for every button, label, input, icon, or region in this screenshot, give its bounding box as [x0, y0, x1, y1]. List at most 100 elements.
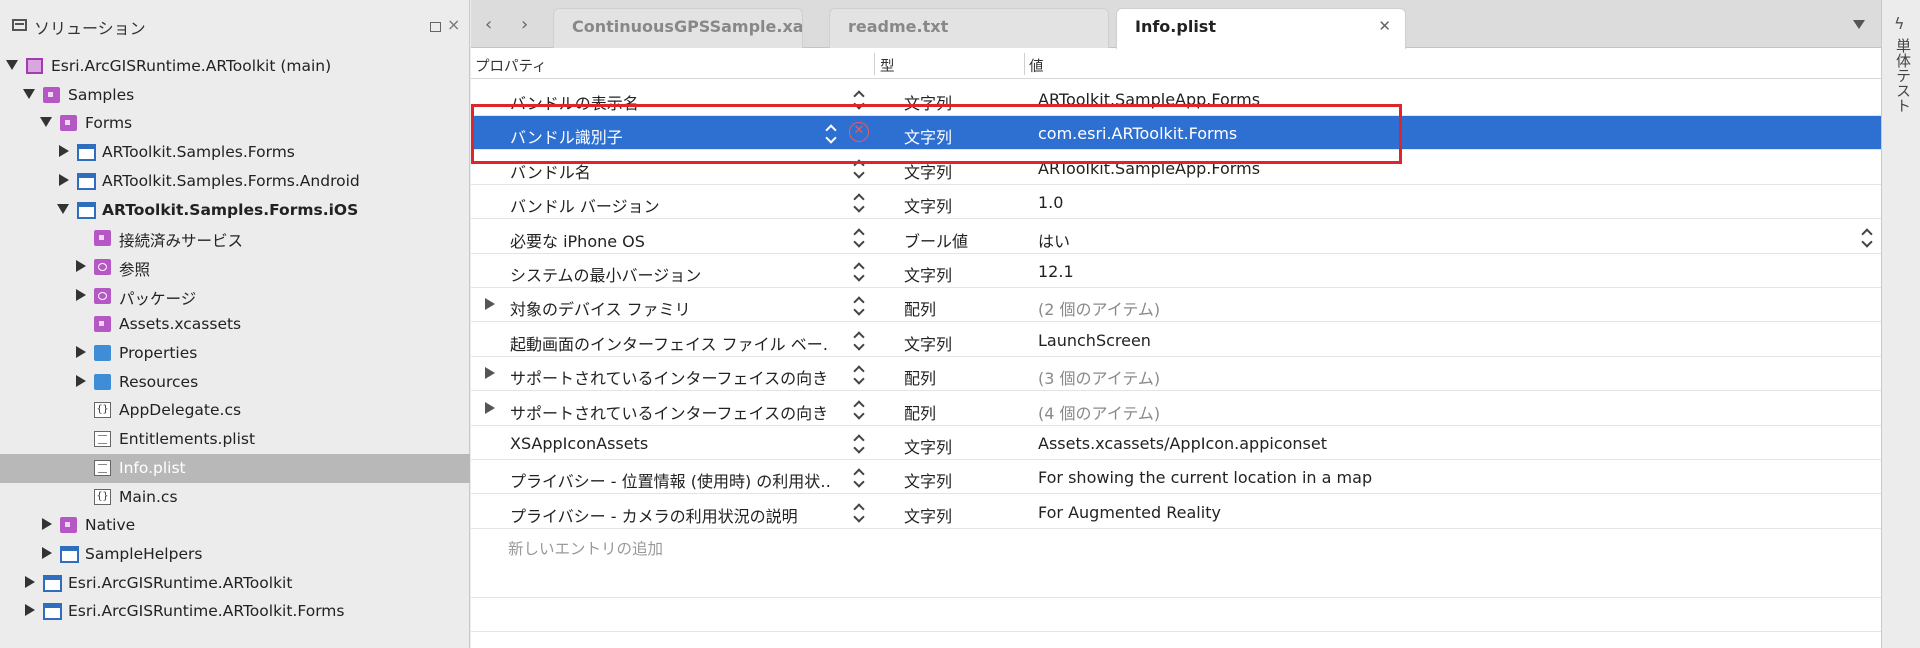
- plist-row[interactable]: システムの最小バージョン 文字列 12.1: [471, 254, 1881, 288]
- plist-property-name[interactable]: 必要な iPhone OS: [510, 228, 830, 252]
- plist-row[interactable]: 起動画面のインターフェイス ファイル ベー… 文字列 LaunchScreen: [471, 323, 1881, 357]
- property-selector-stepper-icon[interactable]: [853, 332, 865, 350]
- back-icon[interactable]: ‹: [485, 14, 492, 35]
- close-pad-icon[interactable]: ×: [447, 15, 460, 34]
- tree-item[interactable]: Info.plist: [0, 453, 470, 483]
- plist-value[interactable]: ARToolkit.SampleApp.Forms: [1038, 159, 1260, 178]
- plist-property-name[interactable]: XSAppIconAssets: [510, 434, 830, 453]
- plist-type[interactable]: 文字列: [904, 262, 952, 286]
- plist-value[interactable]: For showing the current location in a ma…: [1038, 468, 1372, 487]
- tree-item[interactable]: 接続済みサービス: [0, 224, 470, 253]
- plist-property-name[interactable]: システムの最小バージョン: [510, 262, 830, 286]
- collapsed-arrow-icon[interactable]: [59, 145, 69, 158]
- plist-value[interactable]: com.esri.ARToolkit.Forms: [1038, 124, 1237, 143]
- collapsed-arrow-icon[interactable]: [42, 546, 52, 559]
- plist-type[interactable]: 文字列: [904, 503, 952, 527]
- plist-value[interactable]: LaunchScreen: [1038, 331, 1151, 350]
- tree-item[interactable]: Esri.ArcGISRuntime.ARToolkit.Forms: [0, 597, 470, 626]
- plist-type[interactable]: 配列: [904, 296, 936, 320]
- bolt-icon[interactable]: ϟ: [1894, 14, 1905, 33]
- tab-list-dropdown-icon[interactable]: [1853, 20, 1865, 29]
- plist-row[interactable]: プライバシー - カメラの利用状況の説明 文字列 For Augmented Rea…: [471, 495, 1881, 529]
- plist-type[interactable]: 文字列: [904, 331, 952, 355]
- property-selector-stepper-icon[interactable]: [853, 435, 865, 453]
- tree-item[interactable]: Forms: [0, 109, 470, 138]
- plist-property-name[interactable]: サポートされているインターフェイスの向き…: [510, 400, 830, 424]
- plist-value[interactable]: (4 個のアイテム): [1038, 400, 1160, 424]
- plist-property-name[interactable]: バンドルの表示名: [510, 90, 830, 114]
- tree-item[interactable]: {} Main.cs: [0, 483, 470, 512]
- tree-item[interactable]: SampleHelpers: [0, 540, 470, 569]
- plist-row[interactable]: バンドル識別子 ✕ 文字列 com.esri.ARToolkit.Forms: [471, 116, 1881, 151]
- collapsed-arrow-icon[interactable]: [76, 259, 86, 272]
- forward-icon[interactable]: ›: [521, 14, 528, 35]
- property-selector-stepper-icon[interactable]: [853, 469, 865, 487]
- collapsed-arrow-icon[interactable]: [25, 604, 35, 617]
- collapsed-arrow-icon[interactable]: [59, 173, 69, 186]
- plist-type[interactable]: 文字列: [904, 468, 952, 492]
- property-selector-stepper-icon[interactable]: [853, 229, 865, 247]
- tree-item[interactable]: {} AppDelegate.cs: [0, 396, 470, 425]
- plist-row[interactable]: プライバシー - 位置情報 (使用時) の利用状… 文字列 For showing …: [471, 460, 1881, 495]
- collapsed-arrow-icon[interactable]: [76, 346, 86, 358]
- plist-row[interactable]: サポートされているインターフェイスの向き… 配列 (4 個のアイテム): [471, 392, 1881, 426]
- collapsed-arrow-icon[interactable]: [76, 374, 86, 387]
- close-tab-icon[interactable]: ✕: [1378, 17, 1391, 35]
- plist-type[interactable]: 配列: [904, 365, 936, 389]
- unit-tests-pad-tab[interactable]: 単体テスト: [1893, 38, 1914, 113]
- tree-item[interactable]: パッケージ: [0, 282, 470, 311]
- plist-type[interactable]: 配列: [904, 400, 936, 424]
- expanded-arrow-icon[interactable]: [40, 117, 52, 128]
- plist-value[interactable]: (2 個のアイテム): [1038, 296, 1160, 320]
- plist-property-name[interactable]: サポートされているインターフェイスの向き: [510, 365, 830, 389]
- plist-value[interactable]: ARToolkit.SampleApp.Forms: [1038, 90, 1260, 109]
- add-entry-field[interactable]: 新しいエントリの追加: [508, 537, 663, 559]
- expanded-arrow-icon[interactable]: [57, 203, 69, 214]
- plist-value[interactable]: 1.0: [1038, 193, 1063, 212]
- property-selector-stepper-icon[interactable]: [853, 160, 865, 178]
- plist-row[interactable]: サポートされているインターフェイスの向き 配列 (3 個のアイテム): [471, 357, 1881, 392]
- plist-property-name[interactable]: バンドル識別子: [510, 124, 830, 148]
- plist-property-name[interactable]: 起動画面のインターフェイス ファイル ベー…: [510, 331, 830, 355]
- plist-property-name[interactable]: プライバシー - 位置情報 (使用時) の利用状…: [510, 468, 830, 492]
- tree-item[interactable]: ARToolkit.Samples.Forms: [0, 138, 470, 167]
- expanded-arrow-icon[interactable]: [6, 60, 18, 70]
- plist-row[interactable]: 必要な iPhone OS ブール値 はい: [471, 220, 1881, 254]
- tree-item[interactable]: Entitlements.plist: [0, 425, 470, 454]
- column-type[interactable]: 型: [880, 55, 895, 76]
- tree-item[interactable]: Native: [0, 511, 470, 540]
- collapsed-arrow-icon[interactable]: [76, 288, 86, 301]
- plist-type[interactable]: 文字列: [904, 90, 952, 114]
- tree-item[interactable]: Samples: [0, 81, 470, 110]
- tab-info-plist[interactable]: Info.plist ✕: [1116, 8, 1406, 49]
- plist-property-name[interactable]: 対象のデバイス ファミリ: [510, 296, 830, 320]
- plist-row[interactable]: XSAppIconAssets 文字列 Assets.xcassets/AppIco…: [471, 426, 1881, 460]
- tree-item[interactable]: Esri.ArcGISRuntime.ARToolkit (main): [0, 52, 470, 81]
- remove-entry-icon[interactable]: ✕: [849, 122, 869, 143]
- property-selector-stepper-icon[interactable]: [825, 125, 837, 143]
- plist-property-name[interactable]: バンドル バージョン: [510, 193, 830, 217]
- collapsed-arrow-icon[interactable]: [25, 575, 35, 588]
- plist-type[interactable]: 文字列: [904, 124, 952, 148]
- plist-value[interactable]: (3 個のアイテム): [1038, 365, 1160, 389]
- expand-arrow-icon[interactable]: [485, 298, 495, 311]
- plist-row[interactable]: 対象のデバイス ファミリ 配列 (2 個のアイテム): [471, 288, 1881, 323]
- tree-item[interactable]: Assets.xcassets: [0, 310, 470, 339]
- plist-row[interactable]: バンドル名 文字列 ARToolkit.SampleApp.Forms: [471, 151, 1881, 185]
- plist-value[interactable]: 12.1: [1038, 262, 1074, 281]
- property-selector-stepper-icon[interactable]: [853, 297, 865, 315]
- plist-type[interactable]: 文字列: [904, 159, 952, 183]
- dock-icon[interactable]: [430, 22, 441, 32]
- plist-type[interactable]: ブール値: [904, 228, 968, 252]
- value-selector-stepper-icon[interactable]: [1861, 229, 1873, 247]
- tree-item[interactable]: 参照: [0, 253, 470, 282]
- tree-item[interactable]: ARToolkit.Samples.Forms.iOS: [0, 196, 470, 225]
- plist-property-name[interactable]: バンドル名: [510, 159, 830, 183]
- plist-type[interactable]: 文字列: [904, 434, 952, 458]
- expand-arrow-icon[interactable]: [485, 401, 495, 414]
- property-selector-stepper-icon[interactable]: [853, 263, 865, 281]
- tree-item[interactable]: ARToolkit.Samples.Forms.Android: [0, 167, 470, 196]
- tab-continuous-gps-sample[interactable]: ContinuousGPSSample.xaml.cs: [553, 8, 803, 48]
- tab-readme[interactable]: readme.txt: [829, 8, 1109, 48]
- property-selector-stepper-icon[interactable]: [853, 91, 865, 109]
